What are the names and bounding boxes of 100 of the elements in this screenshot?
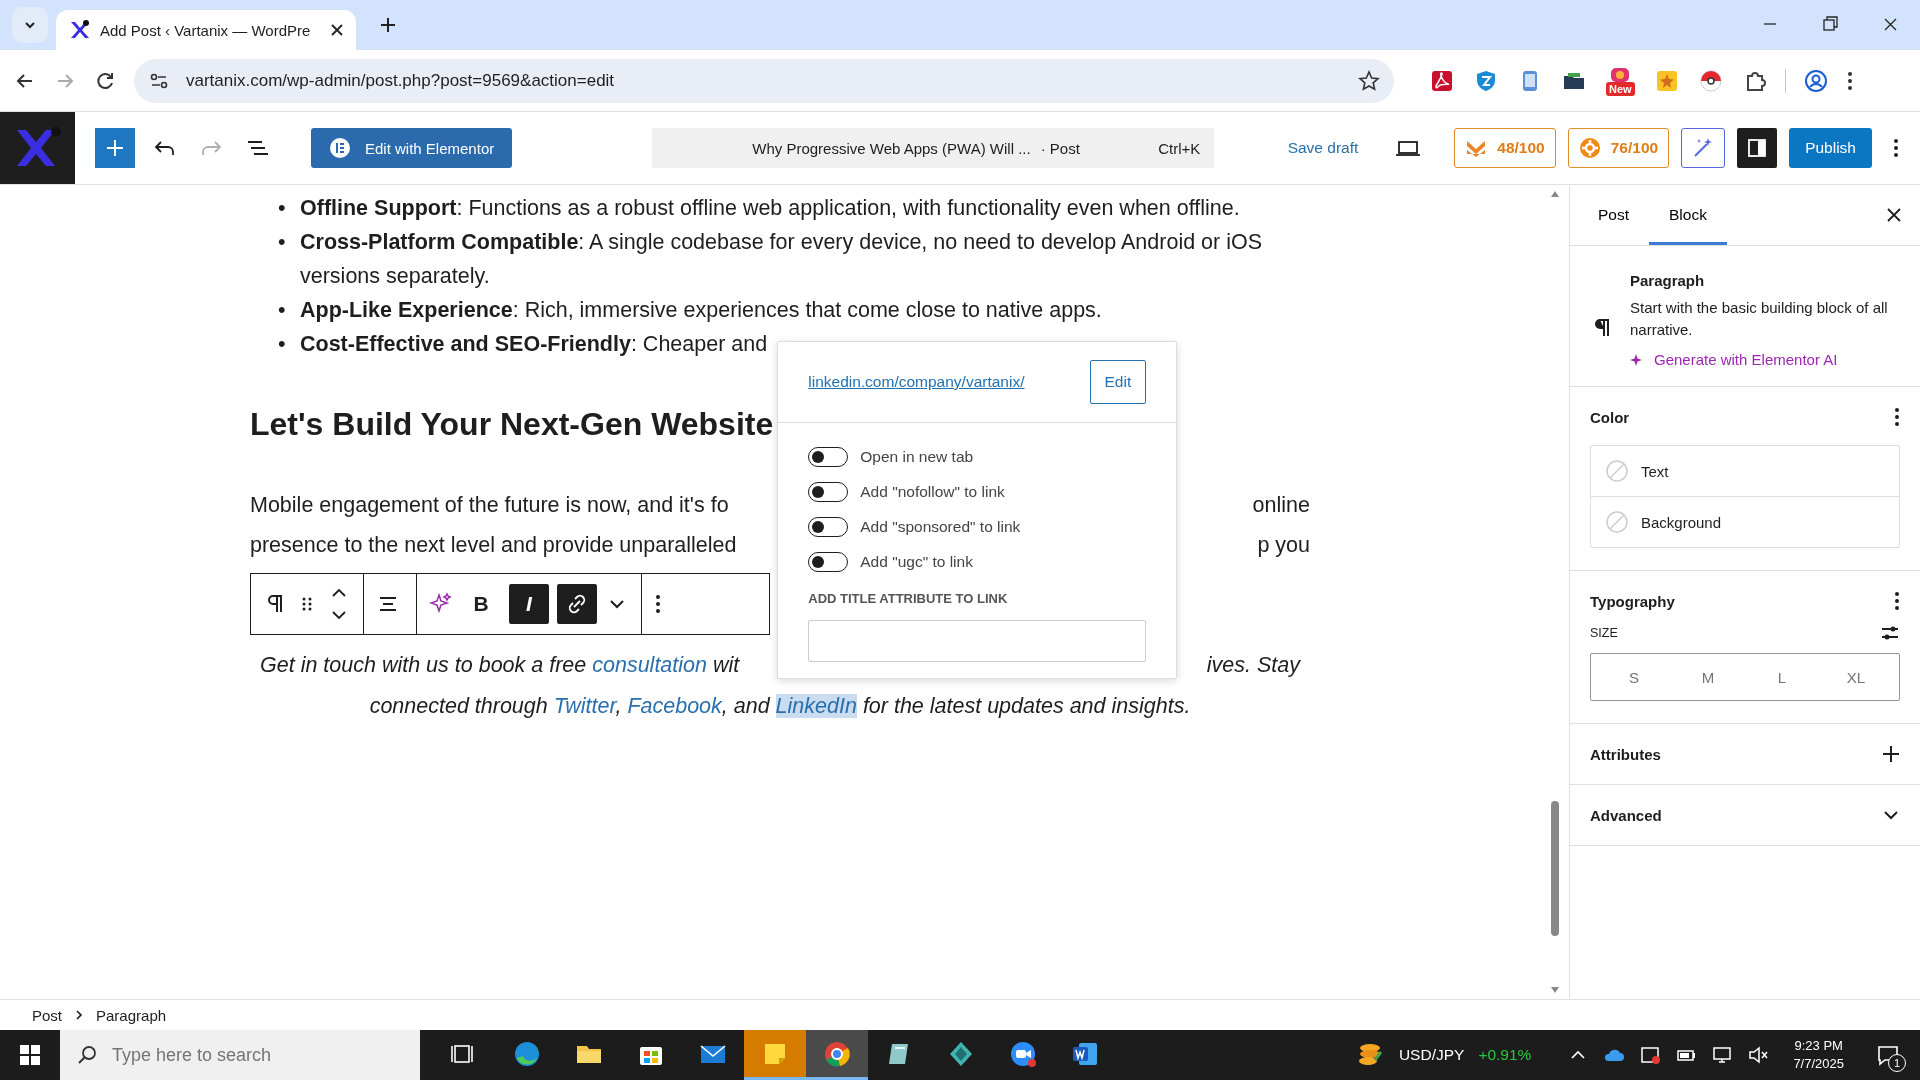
site-logo-icon: [68, 19, 90, 41]
new-badge: New: [1606, 81, 1635, 96]
ai-wand-button[interactable]: [1681, 128, 1726, 168]
address-bar[interactable]: vartanix.com/wp-admin/post.php?post=9569&action=edit: [134, 58, 1394, 103]
bullet-text: Offline Support: Functions as a robust offline web application, with functionality even when offline.: [300, 195, 1240, 222]
paragraph-text: Mobile engagement of the future is now, and it's fo: [250, 492, 729, 519]
network-icon[interactable]: [1711, 1044, 1734, 1066]
more-options-icon[interactable]: [654, 592, 662, 616]
bullet-text: App-Like Experience: Rich, immersive experiences that come close to native apps.: [300, 297, 1102, 324]
ticker-change: +0.91%: [1478, 1046, 1532, 1064]
no-color-icon: [1605, 510, 1629, 534]
edit-with-elementor-button[interactable]: Edit with Elementor: [311, 128, 513, 168]
sidebar-tab[interactable]: Block: [1649, 185, 1727, 245]
windows-logo-icon: [20, 1045, 40, 1065]
color-option[interactable]: Text: [1591, 446, 1899, 496]
volume-muted-icon[interactable]: [1747, 1044, 1770, 1066]
scroll-up-icon[interactable]: [1549, 189, 1561, 199]
plus-icon: [105, 138, 125, 158]
paragraph-text: presence to the next level and provide unparalleled: [250, 532, 737, 559]
link-url[interactable]: linkedin.com/company/vartanix/: [808, 373, 1025, 391]
search-icon: [76, 1044, 98, 1066]
save-draft-link[interactable]: Save draft: [1287, 139, 1359, 157]
generate-ai-link[interactable]: Generate with Elementor AI: [1630, 351, 1900, 368]
unlink-icon: [566, 593, 588, 615]
profile-icon[interactable]: [1803, 68, 1828, 93]
elementor-icon: [329, 137, 351, 159]
toggle-label: Add "ugc" to link: [860, 552, 973, 571]
publish-button[interactable]: Publish: [1789, 128, 1872, 168]
score-badge: 48/100: [1454, 128, 1556, 168]
scroll-down-icon[interactable]: [1549, 985, 1561, 995]
close-icon[interactable]: [1886, 207, 1902, 223]
post-title: Why Progressive Web Apps (PWA) Will ...: [752, 139, 1031, 157]
toggle-switch[interactable]: [808, 446, 849, 467]
paragraph-text: p you: [1257, 532, 1310, 559]
no-color-icon: [1605, 459, 1629, 483]
section-title: Attributes: [1590, 745, 1661, 763]
section-title: Advanced: [1590, 806, 1662, 824]
shortcut-label: Ctrl+K: [1158, 139, 1201, 157]
sidebar-icon: [1746, 137, 1769, 159]
post-type-label: · Post: [1040, 139, 1081, 157]
input-field[interactable]: [808, 620, 1147, 662]
ball-icon[interactable]: [1698, 68, 1723, 93]
more-menu-icon[interactable]: [1845, 69, 1854, 92]
toggle-label: Add "nofollow" to link: [860, 482, 1005, 501]
paragraph-text: online: [1252, 492, 1310, 519]
notifications-button[interactable]: 1: [1868, 1035, 1908, 1075]
breadcrumb-item[interactable]: Post: [32, 1006, 62, 1024]
size-label: SIZE: [1590, 626, 1618, 640]
security-icon[interactable]: [1639, 1044, 1662, 1066]
toggle-label: Open in new tab: [860, 447, 974, 466]
paragraph-text: ives. Stay: [1206, 652, 1300, 679]
command-bar[interactable]: Why Progressive Web Apps (PWA) Will ... · Post Ctrl+K: [652, 128, 1215, 168]
chevron-right-icon: [74, 1009, 84, 1021]
options-icon[interactable]: [1892, 137, 1900, 159]
pdf-icon[interactable]: [1430, 68, 1454, 93]
gear-icon: [1578, 137, 1601, 159]
clock[interactable]: 9:23 PM 7/7/2025: [1793, 1037, 1844, 1073]
options-icon[interactable]: [1894, 591, 1900, 611]
search-field[interactable]: Type here to search: [60, 1030, 420, 1080]
settings-toggle[interactable]: [1737, 128, 1778, 168]
plus-icon[interactable]: [1882, 745, 1900, 763]
bullet-marker: •: [278, 297, 287, 324]
ticker-symbol: USD/JPY: [1398, 1046, 1465, 1064]
block-description: Start with the basic building block of all narrative.: [1630, 298, 1889, 340]
text-link[interactable]: Twitter: [553, 694, 616, 718]
scrollbar-thumb[interactable]: [1551, 801, 1559, 936]
format-button[interactable]: I: [509, 584, 549, 624]
paragraph-text: Get in touch with us to book a free consultation wit: [260, 652, 740, 679]
toggle-label: Add "sponsored" to link: [860, 517, 1021, 536]
chat-bubble-icon: [1876, 1044, 1900, 1066]
bookmark-star-icon[interactable]: [1358, 69, 1380, 92]
field-label: ADD TITLE ATTRIBUTE TO LINK: [808, 591, 1009, 606]
toggle-switch[interactable]: [808, 516, 849, 537]
score-badge: 76/100: [1567, 128, 1670, 168]
color-option[interactable]: Background: [1591, 496, 1899, 547]
browser-tab[interactable]: Add Post ‹ Vartanix — WordPre: [56, 10, 356, 50]
unlink-button[interactable]: [557, 584, 597, 624]
section-heading: Let's Build Your Next-Gen Website: [250, 405, 775, 444]
notification-count: 1: [1888, 1054, 1906, 1072]
section-title: Typography: [1590, 592, 1675, 610]
sidebar-tab[interactable]: Post: [1578, 185, 1649, 245]
edit-button[interactable]: Edit: [1089, 360, 1147, 404]
options-icon[interactable]: [1894, 407, 1900, 427]
text-link[interactable]: consultation: [592, 653, 707, 677]
bullet-marker: •: [278, 229, 287, 256]
section-title: Color: [1590, 408, 1630, 426]
paragraph-text: connected through Twitter, Facebook, and LinkedIn for the latest updates and insights.: [369, 694, 1191, 718]
shield-icon[interactable]: [1474, 68, 1498, 93]
breadcrumb-item[interactable]: Paragraph: [96, 1006, 167, 1024]
block-name: Paragraph: [1630, 272, 1706, 289]
text-link[interactable]: Facebook: [627, 694, 722, 718]
bullet-marker: •: [278, 331, 287, 358]
add-block-button[interactable]: [95, 128, 135, 168]
toggle-switch[interactable]: [808, 481, 849, 502]
close-icon[interactable]: [330, 23, 344, 37]
bullet-text: Cost-Effective and SEO-Friendly: Cheaper and: [300, 331, 768, 358]
text-link[interactable]: LinkedIn: [775, 694, 857, 718]
new-tab-icon[interactable]: [378, 15, 398, 35]
bullet-marker: •: [278, 195, 287, 222]
toggle-switch[interactable]: [808, 551, 849, 572]
